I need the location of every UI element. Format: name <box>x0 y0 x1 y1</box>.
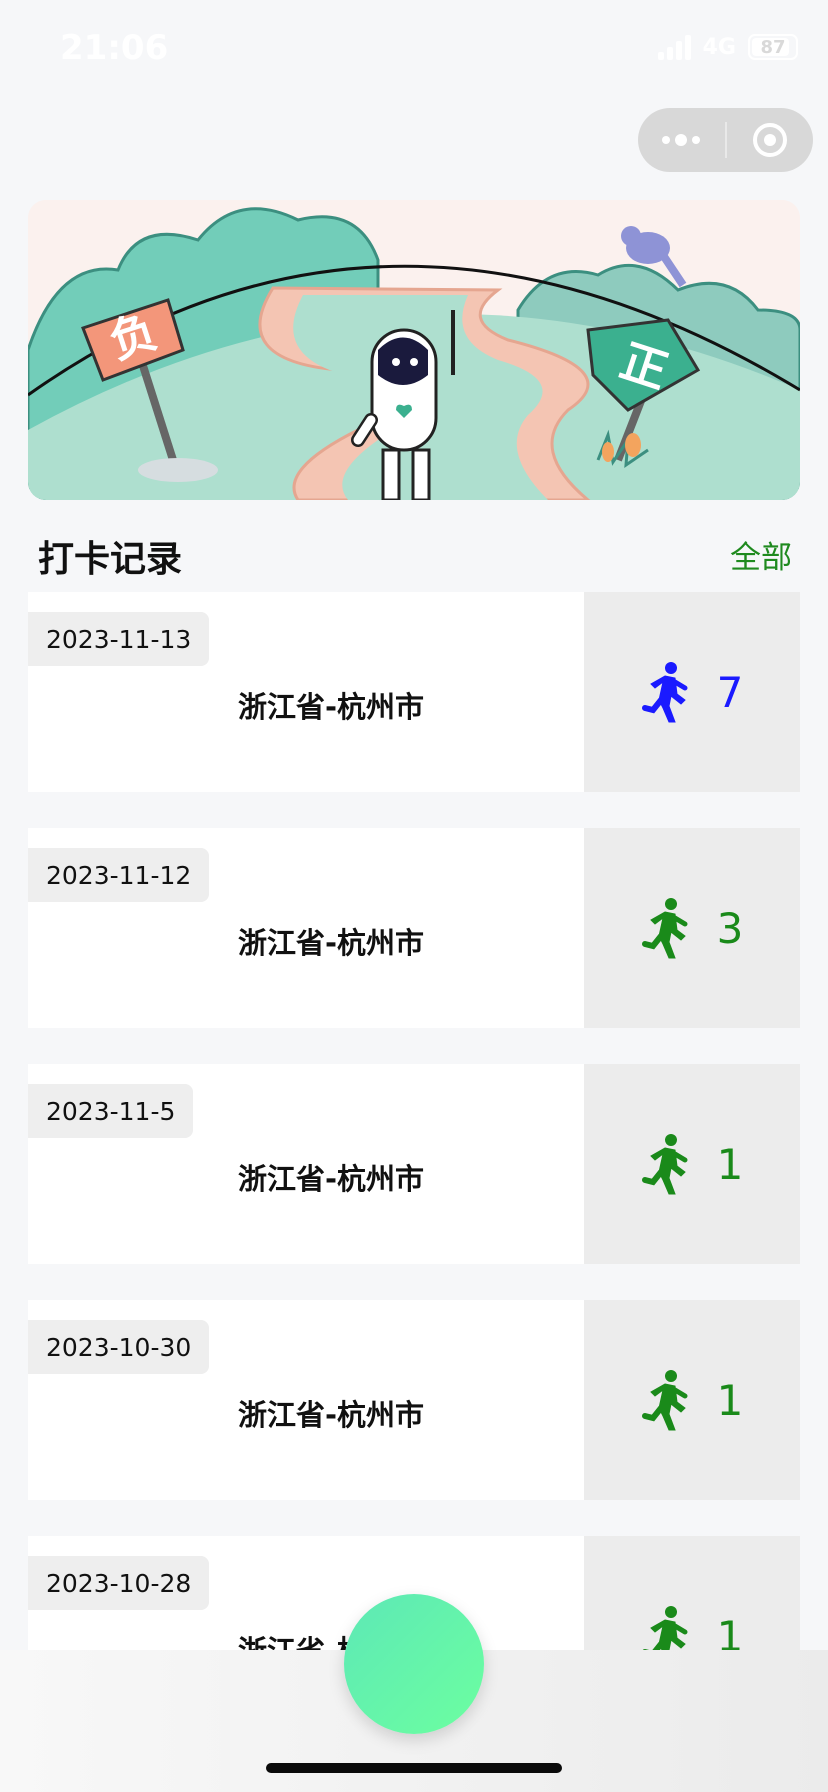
target-icon <box>752 123 787 157</box>
record-count: 1 <box>716 1375 744 1425</box>
checkin-fab-button[interactable] <box>344 1594 484 1734</box>
record-row[interactable]: 2023-11-5 浙江省-杭州市 1 <box>28 1064 800 1264</box>
section-header: 打卡记录 全部 <box>28 522 800 582</box>
runner-icon <box>641 898 688 959</box>
record-date: 2023-11-5 <box>28 1084 194 1138</box>
record-count: 7 <box>716 667 744 717</box>
record-count-panel: 3 <box>584 828 800 1028</box>
banner-art: 负 正 <box>28 200 800 500</box>
signal-icon <box>657 34 691 60</box>
home-indicator <box>266 1763 562 1773</box>
network-label: 4G <box>702 34 736 60</box>
record-date: 2023-10-30 <box>28 1320 210 1374</box>
banner-illustration: 负 正 <box>28 200 800 500</box>
section-title: 打卡记录 <box>38 539 183 580</box>
view-all-link[interactable]: 全部 <box>730 532 792 577</box>
record-main: 2023-11-13 浙江省-杭州市 <box>28 592 584 792</box>
record-main: 2023-10-30 浙江省-杭州市 <box>28 1300 584 1500</box>
record-row[interactable]: 2023-11-12 浙江省-杭州市 3 <box>28 828 800 1028</box>
record-date: 2023-11-12 <box>28 848 210 902</box>
record-date: 2023-11-13 <box>28 612 210 666</box>
runner-icon <box>641 1134 688 1195</box>
record-main: 2023-11-5 浙江省-杭州市 <box>28 1064 584 1264</box>
record-row[interactable]: 2023-10-30 浙江省-杭州市 1 <box>28 1300 800 1500</box>
battery-icon: 87 <box>748 34 798 60</box>
record-location: 浙江省-杭州市 <box>237 1162 425 1196</box>
record-count: 1 <box>716 1139 744 1189</box>
record-count-panel: 1 <box>584 1300 800 1500</box>
record-main: 2023-11-12 浙江省-杭州市 <box>28 828 584 1028</box>
record-count: 3 <box>716 903 744 953</box>
runner-icon <box>641 1370 688 1431</box>
status-indicators: 4G 87 <box>657 34 798 60</box>
status-bar: 21:06 4G 87 <box>0 0 828 100</box>
status-time: 21:06 <box>60 28 169 68</box>
record-count-panel: 1 <box>584 1064 800 1264</box>
miniprogram-capsule <box>638 108 813 172</box>
battery-level: 87 <box>760 36 786 58</box>
record-location: 浙江省-杭州市 <box>237 690 425 724</box>
more-button[interactable] <box>638 108 725 172</box>
record-location: 浙江省-杭州市 <box>237 1398 425 1432</box>
record-date: 2023-10-28 <box>28 1556 210 1610</box>
record-count-panel: 7 <box>584 592 800 792</box>
runner-icon <box>641 662 688 723</box>
more-dots-icon <box>662 134 701 146</box>
record-location: 浙江省-杭州市 <box>237 926 425 960</box>
close-button[interactable] <box>727 108 814 172</box>
record-row[interactable]: 2023-11-13 浙江省-杭州市 7 <box>28 592 800 792</box>
